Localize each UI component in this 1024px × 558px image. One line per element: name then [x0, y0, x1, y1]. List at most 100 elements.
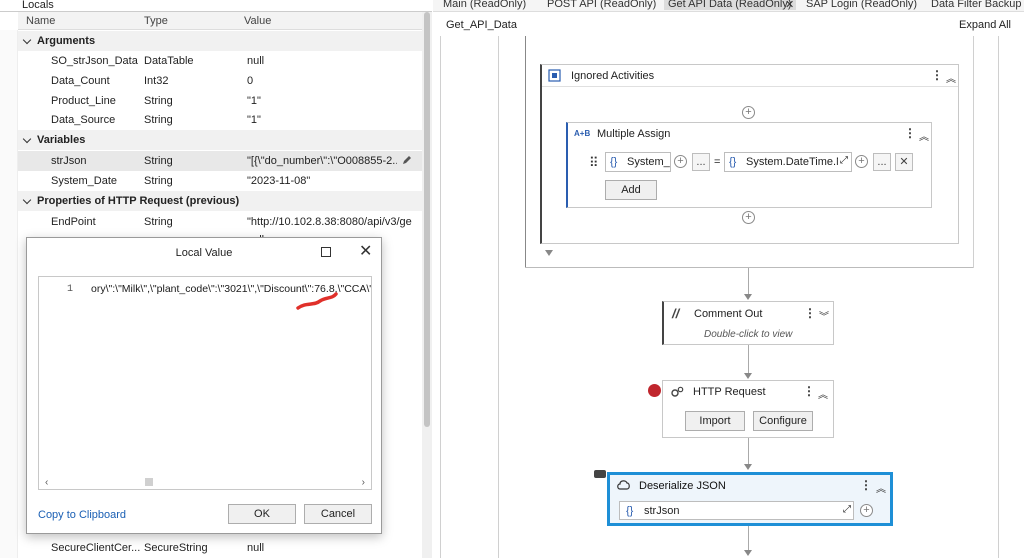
section-label: Properties of HTTP Request (previous) — [37, 195, 240, 207]
row-type: String — [144, 155, 173, 167]
scrollbar-thumb[interactable] — [145, 478, 153, 486]
json-cloud-icon — [617, 480, 630, 490]
comment-out-card[interactable]: // Comment Out ⋮ ︾ Double-click to view — [662, 301, 834, 345]
row-type: String — [144, 175, 173, 187]
chevron-right-icon[interactable]: › — [362, 477, 365, 488]
locals-row[interactable]: Product_Line String "1" — [18, 91, 422, 111]
more-options-icon[interactable]: ⋮ — [803, 385, 815, 397]
delete-row-icon[interactable]: ✕ — [895, 153, 913, 171]
expand-editor-icon[interactable]: ⤢ — [843, 504, 851, 515]
add-variable-plus-icon[interactable]: + — [860, 504, 873, 517]
tab-main[interactable]: Main (ReadOnly) — [443, 0, 526, 10]
json-string-field[interactable]: {} strJson ⤢ — [619, 501, 854, 520]
pencil-icon[interactable] — [402, 155, 412, 165]
expression-icon: {} — [729, 156, 737, 168]
tab-data-filter-backup[interactable]: Data Filter Backup (R — [931, 0, 1024, 10]
connector-arrow — [744, 373, 752, 379]
close-icon[interactable]: ✕ — [359, 244, 372, 260]
locals-row[interactable]: SO_strJson_Data DataTable null — [18, 51, 422, 71]
double-click-hint: Double-click to view — [704, 329, 793, 340]
column-type[interactable]: Type — [144, 15, 168, 27]
expand-arrow-icon[interactable] — [545, 250, 553, 256]
add-activity-plus-icon[interactable]: + — [742, 211, 755, 224]
assign-value-field[interactable]: {} System.DateTime.N ⤢ — [724, 152, 852, 172]
section-http-request-properties[interactable]: Properties of HTTP Request (previous) — [18, 191, 422, 211]
row-value: "1" — [247, 114, 261, 126]
connector-arrow — [744, 550, 752, 556]
assign-to-field[interactable]: {} System_D — [605, 152, 671, 172]
ignored-container-border — [525, 36, 526, 268]
collapse-icon[interactable]: ︽ — [919, 128, 929, 143]
ellipsis-button[interactable]: ... — [873, 153, 891, 171]
outer-sequence-border — [498, 36, 499, 558]
section-arguments[interactable]: Arguments — [18, 31, 422, 51]
row-name: Data_Count — [51, 75, 110, 87]
configure-button[interactable]: Configure — [753, 411, 813, 431]
row-type: String — [144, 114, 173, 126]
more-options-icon[interactable]: ⋮ — [860, 479, 872, 491]
expand-icon[interactable]: ︾ — [819, 308, 829, 323]
tab-close-icon[interactable]: ✕ — [785, 0, 794, 11]
horizontal-scrollbar[interactable]: ‹ › — [39, 475, 371, 489]
locals-scrollbar-thumb[interactable] — [424, 12, 430, 427]
row-value: "http://10.102.8.38:8080/api/v3/ge — [247, 216, 412, 228]
chevron-left-icon[interactable]: ‹ — [45, 477, 48, 488]
deserialize-json-card[interactable]: Deserialize JSON ⋮ ︽ {} strJson ⤢ + — [607, 472, 893, 526]
locals-row[interactable]: Data_Source String "1" — [18, 110, 422, 130]
row-value: null — [247, 542, 265, 554]
card-header: A+B Multiple Assign ⋮ ︽ — [568, 123, 931, 145]
execution-pointer-icon — [594, 470, 606, 478]
row-name: SecureClientCer... — [51, 542, 141, 554]
add-variable-plus-icon[interactable]: + — [855, 155, 868, 168]
ok-button[interactable]: OK — [228, 504, 296, 524]
expand-all-button[interactable]: Expand All — [959, 19, 1011, 31]
row-type: DataTable — [144, 55, 194, 67]
connector-line — [748, 526, 749, 552]
add-assign-button[interactable]: Add — [605, 180, 657, 200]
line-number: 1 — [67, 284, 74, 295]
copy-to-clipboard-link[interactable]: Copy to Clipboard — [38, 509, 126, 521]
import-button[interactable]: Import — [685, 411, 745, 431]
connector-line — [748, 438, 749, 466]
ellipsis-button[interactable]: ... — [692, 153, 710, 171]
row-value: "2023-11-08" — [247, 175, 311, 187]
equals-sign: = — [714, 156, 721, 168]
connector-arrow — [744, 294, 752, 300]
locals-row[interactable]: System_Date String "2023-11-08" — [18, 171, 422, 191]
locals-row-selected[interactable]: strJson String "[{\"do_number\":\"O00885… — [18, 151, 422, 171]
column-value[interactable]: Value — [244, 15, 271, 27]
row-name: SO_strJson_Data — [51, 55, 138, 67]
collapse-icon[interactable]: ︽ — [876, 480, 886, 495]
assign-value-text: System.DateTime.N — [746, 156, 838, 168]
tab-get-api-data[interactable]: Get API Data (ReadOnly) — [664, 0, 796, 10]
locals-gutter — [0, 30, 18, 558]
locals-row[interactable]: SecureClientCer... SecureString null — [18, 538, 422, 558]
more-options-icon[interactable]: ⋮ — [804, 307, 816, 319]
locals-row[interactable]: EndPoint String "http://10.102.8.38:8080… — [18, 212, 422, 232]
add-activity-plus-icon[interactable]: + — [742, 106, 755, 119]
breadcrumb[interactable]: Get_API_Data — [446, 19, 517, 31]
http-gears-icon — [671, 386, 684, 397]
expand-editor-icon[interactable]: ⤢ — [840, 155, 848, 166]
section-label: Arguments — [37, 35, 96, 47]
more-options-icon[interactable]: ⋮ — [931, 69, 943, 81]
ignored-container-border — [525, 267, 974, 268]
chevron-down-icon — [22, 195, 32, 205]
section-variables[interactable]: Variables — [18, 130, 422, 150]
locals-row[interactable]: Data_Count Int32 0 — [18, 71, 422, 91]
collapse-icon[interactable]: ︽ — [818, 386, 828, 401]
cancel-button[interactable]: Cancel — [304, 504, 372, 524]
row-name: EndPoint — [51, 216, 96, 228]
breakpoint-icon[interactable] — [648, 384, 661, 397]
tab-sap-login[interactable]: SAP Login (ReadOnly) — [806, 0, 917, 10]
card-title: Deserialize JSON — [639, 480, 726, 492]
tab-post-api[interactable]: POST API (ReadOnly) — [547, 0, 656, 10]
add-variable-plus-icon[interactable]: + — [674, 155, 687, 168]
drag-handle-icon[interactable]: ⠿ — [589, 155, 599, 171]
more-options-icon[interactable]: ⋮ — [904, 127, 916, 139]
column-name[interactable]: Name — [26, 15, 55, 27]
collapse-icon[interactable]: ︽ — [946, 70, 956, 85]
row-name: Product_Line — [51, 95, 116, 107]
maximize-icon[interactable] — [321, 247, 331, 257]
ignored-container-border — [973, 36, 974, 268]
